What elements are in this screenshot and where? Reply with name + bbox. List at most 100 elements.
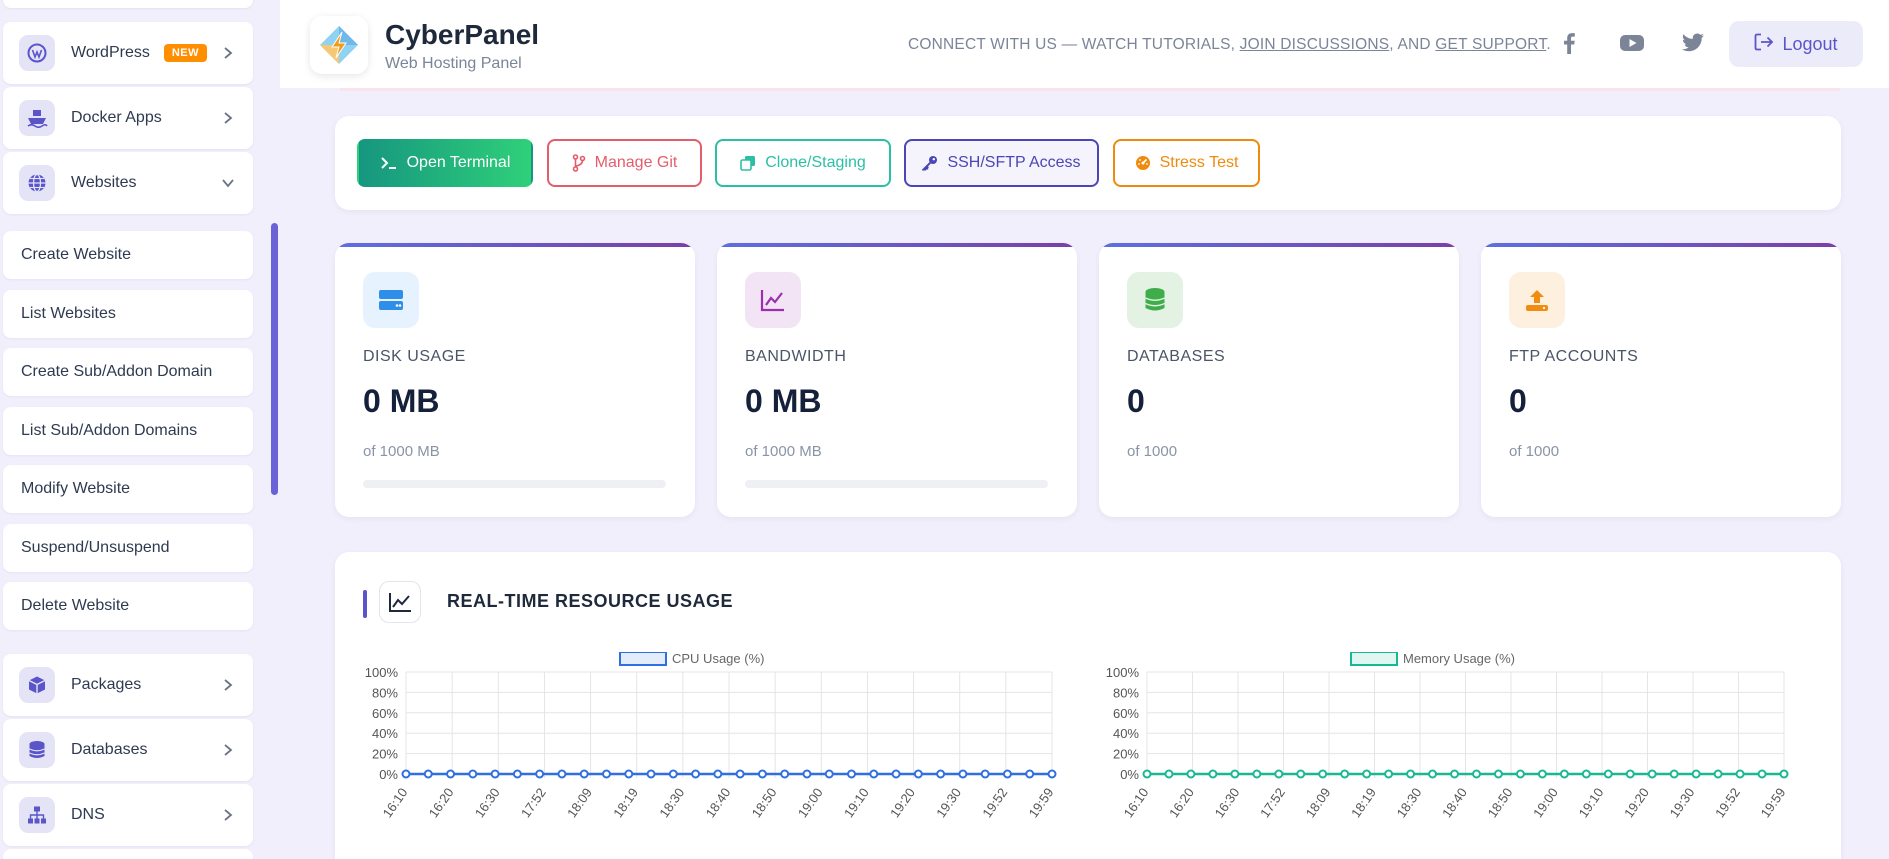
data-point[interactable] [1625, 769, 1635, 779]
data-point[interactable] [757, 769, 767, 779]
data-point[interactable] [668, 769, 678, 779]
sidebar-item-databases[interactable]: Databases [3, 719, 253, 781]
data-point[interactable] [1362, 769, 1372, 779]
sidebar-scrollbar[interactable] [271, 223, 278, 495]
key-icon [922, 156, 938, 171]
legend-label[interactable]: Memory Usage (%) [1403, 652, 1515, 666]
sidebar-item-dns[interactable]: DNS [3, 784, 253, 846]
data-point[interactable] [1603, 769, 1613, 779]
data-point[interactable] [1647, 769, 1657, 779]
data-point[interactable] [624, 769, 634, 779]
data-point[interactable] [913, 769, 923, 779]
data-point[interactable] [1002, 769, 1012, 779]
data-point[interactable] [1515, 769, 1525, 779]
data-point[interactable] [824, 769, 834, 779]
youtube-icon[interactable] [1615, 28, 1649, 58]
data-point[interactable] [1735, 769, 1745, 779]
sidebar-item-partial[interactable] [3, 0, 253, 8]
data-point[interactable] [1691, 769, 1701, 779]
data-point[interactable] [1252, 769, 1262, 779]
data-point[interactable] [1274, 769, 1284, 779]
data-point[interactable] [1142, 769, 1152, 779]
data-point[interactable] [936, 769, 946, 779]
manage-git-button[interactable]: Manage Git [547, 139, 702, 187]
data-point[interactable] [1713, 769, 1723, 779]
data-point[interactable] [557, 769, 567, 779]
sidebar-item-partial-bottom[interactable] [3, 849, 253, 859]
data-point[interactable] [847, 769, 857, 779]
data-point[interactable] [802, 769, 812, 779]
data-point[interactable] [535, 769, 545, 779]
data-point[interactable] [713, 769, 723, 779]
logout-button[interactable]: Logout [1729, 21, 1863, 67]
data-point[interactable] [446, 769, 456, 779]
data-point[interactable] [1230, 769, 1240, 779]
data-point[interactable] [1340, 769, 1350, 779]
x-tick-label: 19:10 [841, 785, 872, 820]
chevron-right-icon [219, 676, 237, 694]
data-point[interactable] [601, 769, 611, 779]
data-point[interactable] [869, 769, 879, 779]
data-point[interactable] [1186, 769, 1196, 779]
data-point[interactable] [1537, 769, 1547, 779]
sidebar-item-packages[interactable]: Packages [3, 654, 253, 716]
data-point[interactable] [735, 769, 745, 779]
stat-accent-bar [335, 243, 695, 247]
open-terminal-button[interactable]: Open Terminal [357, 139, 533, 187]
data-point[interactable] [958, 769, 968, 779]
data-point[interactable] [1581, 769, 1591, 779]
data-point[interactable] [1047, 769, 1057, 779]
data-point[interactable] [579, 769, 589, 779]
data-point[interactable] [1296, 769, 1306, 779]
cyberpanel-logo[interactable] [310, 16, 368, 74]
data-point[interactable] [1164, 769, 1174, 779]
submenu-list-sub-addon-domains[interactable]: List Sub/Addon Domains [3, 407, 253, 455]
submenu-suspend-unsuspend[interactable]: Suspend/Unsuspend [3, 524, 253, 572]
data-point[interactable] [691, 769, 701, 779]
get-support-link[interactable]: GET SUPPORT [1435, 36, 1546, 53]
data-point[interactable] [980, 769, 990, 779]
data-point[interactable] [1450, 769, 1460, 779]
ssh-sftp-access-button[interactable]: SSH/SFTP Access [904, 139, 1099, 187]
sidebar-item-label: Databases [71, 741, 148, 758]
submenu-create-website[interactable]: Create Website [3, 231, 253, 279]
data-point[interactable] [512, 769, 522, 779]
submenu-delete-website[interactable]: Delete Website [3, 582, 253, 630]
clone-icon [740, 156, 756, 171]
sidebar-item-websites[interactable]: Websites [3, 152, 253, 214]
data-point[interactable] [1471, 769, 1481, 779]
y-tick-label: 80% [1113, 685, 1139, 700]
data-point[interactable] [1318, 769, 1328, 779]
data-point[interactable] [423, 769, 433, 779]
data-point[interactable] [1559, 769, 1569, 779]
data-point[interactable] [1757, 769, 1767, 779]
data-point[interactable] [1428, 769, 1438, 779]
stress-test-button[interactable]: Stress Test [1113, 139, 1260, 187]
data-point[interactable] [1406, 769, 1416, 779]
legend-label[interactable]: CPU Usage (%) [672, 652, 764, 666]
data-point[interactable] [468, 769, 478, 779]
sidebar-item-wordpress[interactable]: WordPress NEW [3, 22, 253, 84]
facebook-icon[interactable] [1554, 28, 1584, 58]
data-point[interactable] [891, 769, 901, 779]
legend-swatch[interactable] [1350, 652, 1398, 666]
data-point[interactable] [780, 769, 790, 779]
data-point[interactable] [490, 769, 500, 779]
submenu-list-websites[interactable]: List Websites [3, 290, 253, 338]
data-point[interactable] [1779, 769, 1789, 779]
data-point[interactable] [401, 769, 411, 779]
data-point[interactable] [646, 769, 656, 779]
twitter-icon[interactable] [1678, 28, 1708, 58]
data-point[interactable] [1384, 769, 1394, 779]
data-point[interactable] [1025, 769, 1035, 779]
clone-staging-button[interactable]: Clone/Staging [715, 139, 891, 187]
data-point[interactable] [1669, 769, 1679, 779]
join-discussions-link[interactable]: JOIN DISCUSSIONS [1240, 36, 1390, 53]
sidebar-item-docker-apps[interactable]: Docker Apps [3, 87, 253, 149]
legend-swatch[interactable] [619, 652, 667, 666]
data-point[interactable] [1493, 769, 1503, 779]
data-point[interactable] [1208, 769, 1218, 779]
submenu-create-sub-addon-domain[interactable]: Create Sub/Addon Domain [3, 348, 253, 396]
submenu-modify-website[interactable]: Modify Website [3, 465, 253, 513]
y-tick-label: 60% [372, 706, 398, 721]
